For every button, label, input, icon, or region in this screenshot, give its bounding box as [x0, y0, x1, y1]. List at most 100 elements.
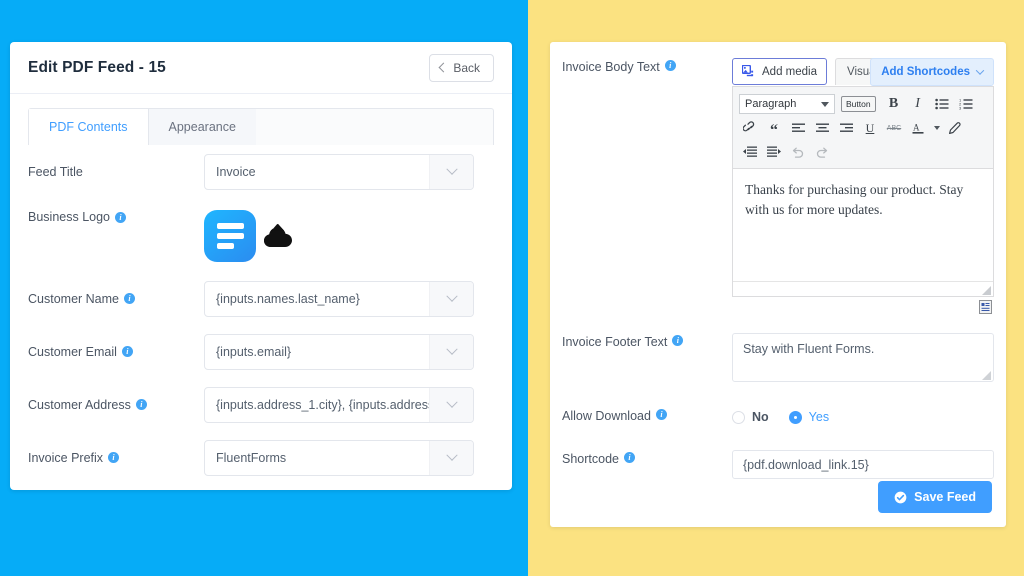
customer-email-select[interactable]: {inputs.email} [204, 333, 474, 370]
radio-indicator [732, 410, 745, 424]
ordered-list-icon[interactable]: 123 [955, 93, 977, 115]
indent-icon[interactable] [763, 141, 785, 163]
tab-appearance-label: Appearance [168, 120, 236, 134]
align-right-icon[interactable] [835, 117, 857, 139]
editor-toolbar: Paragraph Button B I 1 2 3 “ U ABC A [733, 87, 993, 169]
field-invoice-footer-text-label: Invoice Footer Text i [562, 333, 732, 382]
editor-toggle-icon[interactable] [979, 300, 992, 314]
field-customer-name-label: Customer Name i [28, 292, 204, 306]
align-center-icon[interactable] [811, 117, 833, 139]
info-icon[interactable]: i [672, 335, 684, 346]
allow-download-control: No Yes [732, 407, 990, 424]
field-customer-email-label: Customer Email i [28, 345, 204, 359]
italic-icon[interactable]: I [907, 93, 929, 115]
label-text: Business Logo [28, 210, 111, 224]
format-select-value: Paragraph [745, 98, 797, 110]
editor-statusbar [733, 281, 993, 296]
chevron-down-icon[interactable] [429, 281, 473, 316]
toolbar-row-1: Paragraph Button B I 1 2 3 [739, 92, 987, 116]
chevron-down-icon[interactable] [429, 334, 473, 369]
label-text: Customer Email [28, 344, 117, 359]
info-icon[interactable]: i [108, 452, 120, 463]
undo-icon[interactable] [787, 141, 809, 163]
feed-title-value: Invoice [216, 164, 256, 179]
info-icon[interactable]: i [623, 452, 635, 463]
radio-no[interactable]: No [732, 410, 769, 424]
field-shortcode: Shortcode i {pdf.download_link.15} [562, 450, 994, 479]
link-icon[interactable] [739, 117, 761, 139]
invoice-prefix-select[interactable]: FluentForms [204, 439, 474, 476]
text-color-icon[interactable]: A [907, 117, 929, 139]
caret-down-icon [821, 101, 829, 107]
radio-yes-label: Yes [808, 410, 830, 424]
tab-appearance[interactable]: Appearance [148, 109, 256, 145]
strikethrough-icon[interactable]: ABC [883, 117, 905, 139]
label-text: Shortcode [562, 452, 619, 466]
check-circle-icon [894, 491, 907, 503]
customer-name-value: {inputs.names.last_name} [216, 291, 360, 306]
customer-email-value: {inputs.email} [216, 344, 292, 359]
add-media-label: Add media [762, 65, 817, 78]
editor-content[interactable]: Thanks for purchasing our product. Stay … [733, 169, 993, 281]
add-media-button[interactable]: Add media [732, 58, 827, 85]
back-button[interactable]: Back [429, 53, 494, 82]
add-shortcodes-button[interactable]: Add Shortcodes [870, 58, 994, 86]
back-button-label: Back [453, 60, 480, 75]
field-invoice-footer-text: Invoice Footer Text i Stay with Fluent F… [562, 333, 994, 382]
chevron-down-icon[interactable] [429, 154, 473, 189]
info-icon[interactable]: i [115, 211, 127, 223]
invoice-footer-value: Stay with Fluent Forms. [743, 342, 875, 356]
cloud-upload-icon[interactable] [264, 223, 292, 249]
info-icon[interactable]: i [124, 293, 135, 304]
business-logo-area [204, 210, 292, 262]
field-invoice-prefix-label: Invoice Prefix i [28, 451, 204, 465]
bold-icon[interactable]: B [883, 93, 905, 115]
insert-button-chip[interactable]: Button [841, 96, 876, 112]
field-customer-address: Customer Address i {inputs.address_1.cit… [28, 378, 494, 431]
radio-yes[interactable]: Yes [788, 410, 830, 424]
info-icon[interactable]: i [655, 409, 667, 420]
svg-text:A: A [913, 123, 920, 133]
info-icon[interactable]: i [664, 60, 676, 71]
underline-icon[interactable]: U [859, 117, 881, 139]
invoice-footer-textarea[interactable]: Stay with Fluent Forms. [732, 333, 994, 382]
wp-editor: Add media Visual Add Shortcodes Paragrap… [732, 58, 994, 319]
field-allow-download: Allow Download i No Yes [562, 407, 990, 424]
editor-frame: Paragraph Button B I 1 2 3 “ U ABC A Tha… [732, 86, 994, 297]
save-feed-button[interactable]: Save Feed [878, 481, 992, 513]
field-feed-title: Feed Title Invoice [28, 145, 494, 198]
edit-pdf-feed-card: Edit PDF Feed - 15 Back PDF Contents App… [10, 42, 512, 490]
toolbar-row-2: “ U ABC A [739, 116, 987, 140]
editor-body-text: Thanks for purchasing our product. Stay … [745, 182, 964, 217]
label-text: Customer Address [28, 397, 131, 412]
field-customer-email: Customer Email i {inputs.email} [28, 325, 494, 378]
field-invoice-body-text: Invoice Body Text i Add media Visual Add… [562, 58, 994, 319]
customer-name-select[interactable]: {inputs.names.last_name} [204, 280, 474, 317]
tabs-container: PDF Contents Appearance [10, 94, 512, 145]
color-caret-icon[interactable] [931, 117, 942, 139]
customer-address-select[interactable]: {inputs.address_1.city}, {inputs.address… [204, 386, 474, 423]
customer-address-value: {inputs.address_1.city}, {inputs.address… [216, 397, 429, 412]
feed-title-select[interactable]: Invoice [204, 153, 474, 190]
blockquote-icon[interactable]: “ [763, 117, 785, 139]
resize-handle-icon[interactable] [982, 371, 991, 380]
unordered-list-icon[interactable] [931, 93, 953, 115]
label-text: Invoice Prefix [28, 450, 104, 465]
pdf-contents-form: Feed Title Invoice Business Logo i Custo… [10, 145, 512, 484]
tab-pdf-contents[interactable]: PDF Contents [29, 109, 149, 145]
align-left-icon[interactable] [787, 117, 809, 139]
outdent-icon[interactable] [739, 141, 761, 163]
chevron-down-icon[interactable] [429, 440, 473, 475]
field-invoice-prefix: Invoice Prefix i FluentForms [28, 431, 494, 484]
shortcode-input[interactable]: {pdf.download_link.15} [732, 450, 994, 479]
info-icon[interactable]: i [121, 346, 133, 357]
add-shortcodes-label: Add Shortcodes [881, 66, 970, 78]
clear-formatting-icon[interactable] [944, 117, 966, 139]
format-select[interactable]: Paragraph [739, 94, 835, 114]
shortcode-control: {pdf.download_link.15} [732, 450, 994, 479]
media-icon [742, 64, 754, 76]
chevron-down-icon[interactable] [429, 387, 473, 422]
redo-icon[interactable] [811, 141, 833, 163]
info-icon[interactable]: i [135, 399, 147, 410]
resize-handle-icon[interactable] [982, 286, 991, 295]
